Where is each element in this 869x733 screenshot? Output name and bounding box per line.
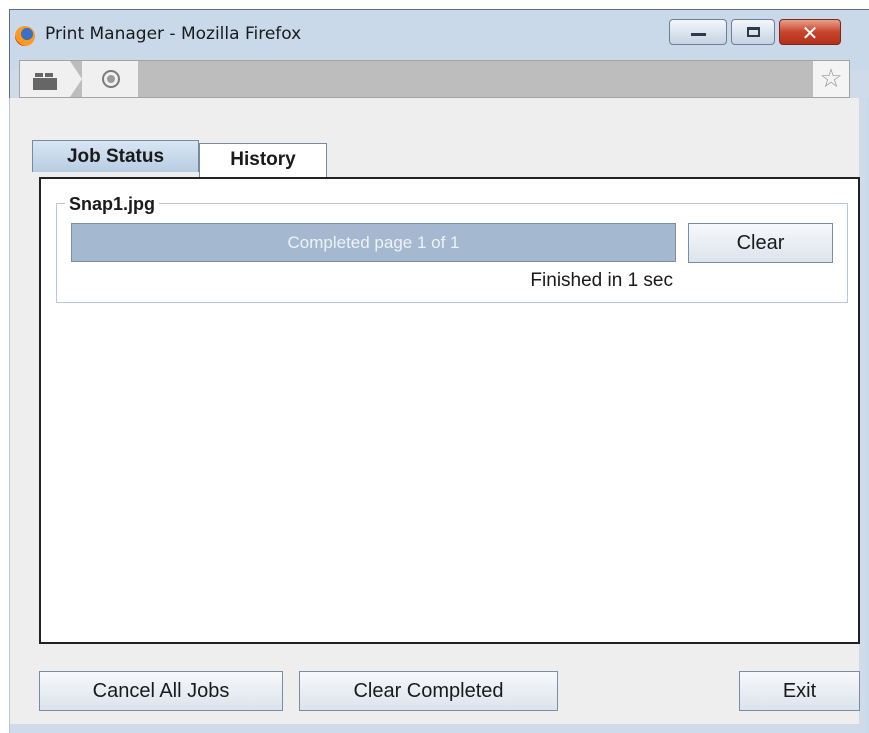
site-identity-button[interactable] [82,61,138,97]
tab-groups-icon-part [45,73,53,77]
window-title: Print Manager - Mozilla Firefox [45,24,302,44]
tab-groups-icon [35,73,43,77]
exit-button[interactable]: Exit [739,671,860,711]
clear-completed-button[interactable]: Clear Completed [299,671,558,711]
globe-icon [102,70,120,88]
tab-job-status[interactable]: Job Status [32,140,199,172]
close-icon: ✕ [801,21,819,45]
bookmark-star-icon[interactable]: ☆ [813,61,849,97]
cancel-all-jobs-button[interactable]: Cancel All Jobs [39,671,283,711]
job-name: Snap1.jpg [65,194,160,215]
close-button[interactable]: ✕ [779,19,841,45]
tab-groups-icon-body [33,78,57,90]
firefox-icon [15,26,35,46]
progress-text: Completed page 1 of 1 [287,233,460,252]
tab-groups-button[interactable] [20,61,70,97]
minimize-button[interactable] [669,19,727,45]
breadcrumb-arrow [70,61,82,97]
maximize-button[interactable] [731,19,775,45]
maximize-icon [747,27,760,37]
tab-history[interactable]: History [199,143,327,178]
address-bar: ☆ [19,60,850,98]
minimize-icon [691,33,706,36]
clear-job-button[interactable]: Clear [688,223,833,263]
finished-time-text: Finished in 1 sec [530,270,673,291]
job-progress-bar: Completed page 1 of 1 [71,223,676,262]
